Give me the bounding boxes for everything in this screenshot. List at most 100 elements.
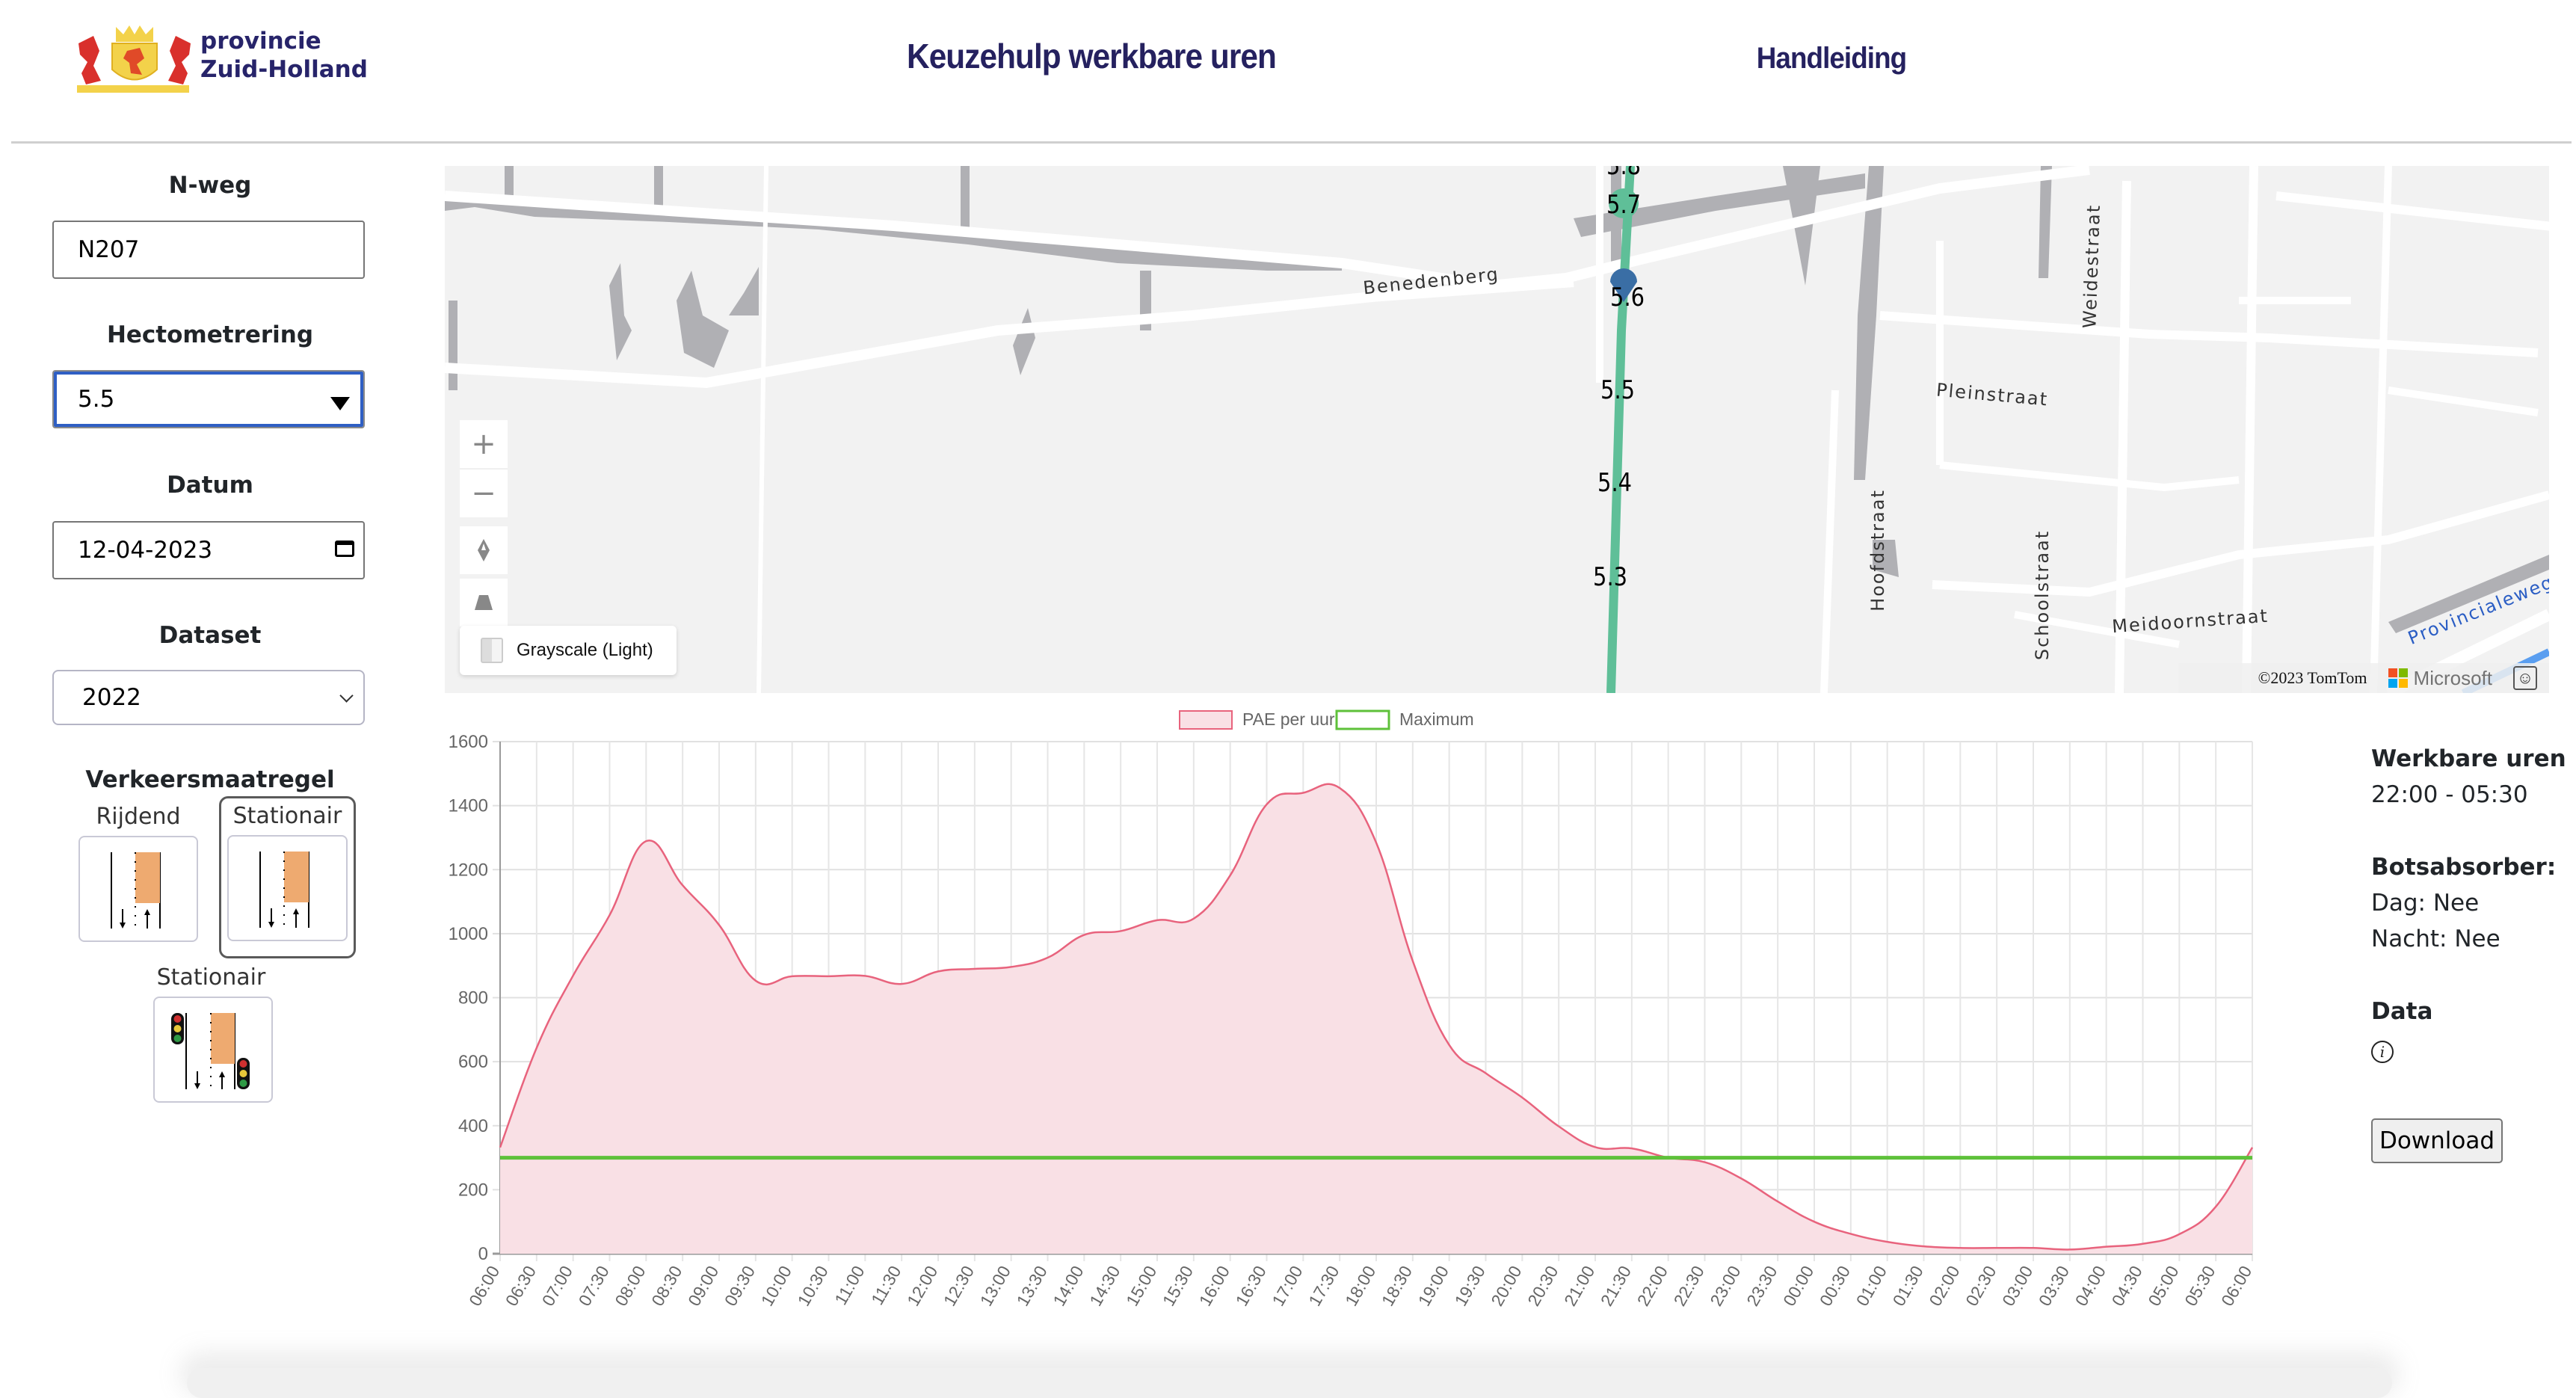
download-button[interactable]: Download (2371, 1118, 2503, 1163)
crash-absorber-day: Dag: Nee (2371, 890, 2480, 917)
chart-legend: PAE per uur Maximum (1179, 709, 1474, 730)
x-tick-label: 22:30 (1670, 1263, 1708, 1310)
map-style-label: Grayscale (Light) (517, 640, 653, 660)
y-tick-label: 600 (458, 1052, 488, 1072)
x-tick-label: 07:30 (575, 1263, 613, 1310)
x-tick-label: 00:30 (1816, 1263, 1854, 1310)
pitch-button[interactable] (460, 579, 508, 626)
calendar-icon[interactable] (335, 541, 354, 557)
x-tick-label: 20:30 (1523, 1263, 1562, 1310)
measure-option-label: Stationair (232, 803, 342, 829)
pitch-icon (475, 595, 493, 610)
street-label: Schoolstraat (2032, 529, 2053, 661)
map-style-picker[interactable]: Grayscale (Light) (460, 626, 677, 675)
hectometer-marker-selected[interactable]: 5.5 (1600, 375, 1635, 405)
hectometer-marker[interactable]: 5.8 (1606, 166, 1641, 181)
microsoft-logo: Microsoft (2388, 667, 2492, 690)
x-tick-label: 12:30 (940, 1263, 978, 1310)
map-attribution: ©2023 TomTom Microsoft ☺ (2178, 663, 2549, 693)
x-tick-label: 14:00 (1049, 1263, 1087, 1310)
x-tick-label: 02:00 (1925, 1263, 1963, 1310)
lane-closure-icon (78, 836, 198, 942)
manual-link[interactable]: Handleiding (1728, 42, 1935, 76)
chart-series (499, 783, 2254, 1254)
street-label: Weidestraat (2079, 203, 2105, 329)
zoom-out-button[interactable]: − (460, 469, 508, 517)
header-divider (11, 141, 2572, 144)
workable-hours-label: Werkbare uren (2371, 745, 2566, 772)
x-tick-label: 08:00 (611, 1263, 649, 1310)
footer (187, 1368, 2392, 1398)
date-input[interactable]: 12-04-2023 (52, 521, 365, 579)
page-title: Keuzehulp werkbare uren (907, 37, 1277, 76)
dataset-select[interactable]: 2022 (52, 670, 365, 725)
x-tick-label: 05:00 (2144, 1263, 2182, 1310)
road-label: N-weg (168, 172, 252, 199)
x-axis-ticks: 06:0006:3007:0007:3008:0008:3009:0009:30… (465, 1263, 2255, 1310)
attribution-text: ©2023 TomTom (2258, 668, 2367, 687)
compass-button[interactable] (460, 526, 508, 574)
x-tick-label: 16:00 (1195, 1263, 1233, 1310)
zoom-in-button[interactable]: + (460, 420, 508, 468)
street-label: Hoofdstraat (1867, 489, 1888, 612)
x-tick-label: 06:00 (2217, 1263, 2255, 1310)
hectometer-marker[interactable]: 5.3 (1593, 562, 1627, 592)
x-tick-label: 10:30 (794, 1263, 832, 1310)
x-tick-label: 23:00 (1706, 1263, 1744, 1310)
hectometer-marker[interactable]: 5.7 (1606, 190, 1641, 220)
measure-option-label: Stationair (156, 964, 266, 991)
traffic-measure-label: Verkeersmaatregel (85, 766, 335, 793)
measure-option-label: Rijdend (96, 804, 181, 830)
x-tick-label: 11:00 (831, 1263, 868, 1308)
x-tick-label: 18:30 (1378, 1263, 1416, 1310)
measure-option-stationair-traffic-lights[interactable]: Stationair (142, 964, 280, 1103)
hectometer-label: Hectometrering (106, 321, 314, 348)
y-tick-label: 1200 (449, 860, 488, 880)
x-tick-label: 17:00 (1268, 1263, 1306, 1310)
legend-item-maximum[interactable]: Maximum (1335, 709, 1474, 730)
legend-label-maximum: Maximum (1399, 709, 1474, 729)
x-tick-label: 08:30 (647, 1263, 685, 1310)
x-tick-label: 01:30 (1889, 1263, 1927, 1310)
x-tick-label: 01:00 (1852, 1263, 1891, 1310)
compass-icon (478, 539, 490, 561)
x-tick-label: 22:00 (1633, 1263, 1671, 1310)
dataset-select-value: 2022 (82, 684, 141, 711)
x-tick-label: 17:30 (1304, 1263, 1343, 1310)
hectometer-marker[interactable]: 5.6 (1610, 283, 1645, 312)
info-icon[interactable]: i (2371, 1041, 2394, 1063)
x-tick-label: 18:00 (1341, 1263, 1379, 1310)
date-input-value: 12-04-2023 (78, 537, 213, 564)
crash-absorber-night: Nacht: Nee (2371, 926, 2500, 952)
y-axis-ticks: 0 200 400 600 800 1000 1200 1400 1600 (449, 732, 488, 1264)
feedback-smiley-icon[interactable]: ☺ (2513, 666, 2537, 690)
road-input-value: N207 (78, 236, 140, 263)
x-tick-label: 13:00 (976, 1263, 1014, 1310)
x-tick-label: 16:30 (1232, 1263, 1270, 1310)
x-tick-label: 06:00 (465, 1263, 503, 1310)
legend-item-pae[interactable]: PAE per uur (1179, 709, 1335, 730)
y-tick-label: 200 (458, 1180, 488, 1200)
hectometer-marker[interactable]: 5.4 (1597, 468, 1632, 498)
provider-name: Microsoft (2413, 666, 2492, 689)
map-view[interactable]: 5.8 5.7 5.6 5.5 5.4 5.3 Benedenberg Plei… (445, 166, 2549, 693)
x-tick-label: 10:00 (757, 1263, 795, 1310)
x-tick-label: 21:00 (1560, 1263, 1598, 1310)
workable-hours-value: 22:00 - 05:30 (2371, 781, 2528, 808)
hectometer-select[interactable]: 5.5 (52, 370, 365, 428)
dataset-label: Dataset (158, 622, 262, 649)
coat-of-arms-icon (77, 25, 191, 93)
measure-option-stationair[interactable]: Stationair (219, 796, 356, 958)
x-tick-label: 03:00 (1998, 1263, 2036, 1310)
x-tick-label: 00:00 (1779, 1263, 1817, 1310)
road-input[interactable]: N207 (52, 221, 365, 279)
crash-absorber-label: Botsabsorber: (2371, 854, 2557, 881)
x-tick-label: 05:30 (2181, 1263, 2219, 1310)
y-tick-label: 1400 (449, 796, 488, 816)
lane-closure-icon (227, 835, 348, 941)
x-tick-label: 04:00 (2071, 1263, 2110, 1310)
x-tick-label: 09:30 (721, 1263, 759, 1310)
y-tick-label: 1000 (449, 924, 488, 944)
data-label: Data (2371, 998, 2433, 1025)
measure-option-rijdend[interactable]: Rijdend (75, 804, 202, 942)
